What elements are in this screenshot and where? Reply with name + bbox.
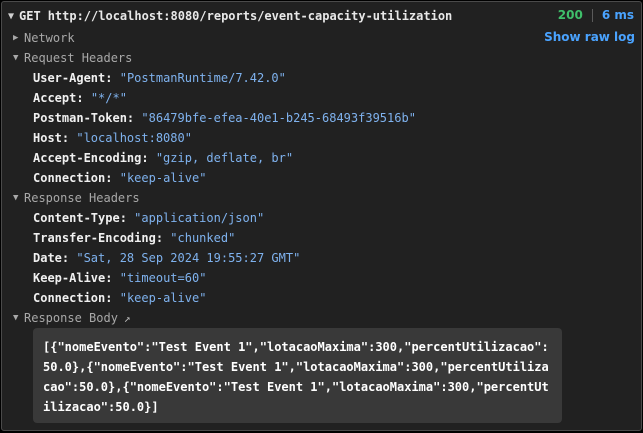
response-time: 6 ms — [601, 8, 634, 22]
request-url: http://localhost:8080/reports/event-capa… — [47, 9, 453, 23]
section-label: Request Headers — [24, 51, 133, 65]
header-value: "PostmanRuntime/7.42.0" — [119, 71, 286, 85]
header-key: Connection: — [33, 171, 113, 185]
header-value: "gzip, deflate, br" — [155, 151, 294, 165]
header-value: "timeout=60" — [119, 271, 207, 285]
open-external-icon[interactable]: ↗ — [124, 312, 131, 325]
response-header-row: Connection: "keep-alive" — [33, 290, 206, 306]
collapse-triangle-icon: ▼ — [13, 53, 19, 63]
header-value: "*/*" — [90, 91, 127, 105]
request-header-row: Postman-Token: "86479bfe-efea-40e1-b245-… — [33, 110, 416, 126]
header-key: Host: — [33, 131, 70, 145]
collapse-caret-icon[interactable]: ▼ — [5, 11, 17, 22]
header-value: "keep-alive" — [119, 171, 207, 185]
request-header-row: Host: "localhost:8080" — [33, 130, 192, 146]
header-key: Postman-Token: — [33, 111, 135, 125]
response-body-text: [{"nomeEvento":"Test Event 1","lotacaoMa… — [43, 340, 549, 414]
header-key: Keep-Alive: — [33, 271, 113, 285]
header-key: Connection: — [33, 291, 113, 305]
header-key: Transfer-Encoding: — [33, 231, 164, 245]
header-key: Accept-Encoding: — [33, 151, 149, 165]
console-log-panel: ▼ GET http://localhost:8080/reports/even… — [1, 1, 642, 431]
section-label: Response Body — [24, 311, 118, 325]
request-method: GET — [19, 9, 41, 23]
request-header-row: Connection: "keep-alive" — [33, 170, 206, 186]
section-label: Network — [24, 31, 75, 45]
header-value: "86479bfe-efea-40e1-b245-68493f39516b" — [141, 111, 416, 125]
section-request-headers[interactable]: ▼ Request Headers — [13, 50, 132, 66]
response-header-row: Content-Type: "application/json" — [33, 210, 264, 226]
response-meta: 200 6 ms — [558, 8, 634, 22]
status-code: 200 — [557, 8, 583, 22]
request-header-row: Accept: "*/*" — [33, 90, 127, 106]
request-header-row: Accept-Encoding: "gzip, deflate, br" — [33, 150, 293, 166]
section-label: Response Headers — [24, 191, 140, 205]
section-network[interactable]: ▶ Network — [13, 30, 75, 46]
header-key: Content-Type: — [33, 211, 127, 225]
header-value: "localhost:8080" — [76, 131, 192, 145]
header-value: "chunked" — [170, 231, 236, 245]
response-header-row: Transfer-Encoding: "chunked" — [33, 230, 235, 246]
meta-divider — [591, 8, 593, 22]
header-key: Date: — [33, 251, 70, 265]
collapse-triangle-icon: ▼ — [13, 313, 19, 323]
request-line[interactable]: ▼ GET http://localhost:8080/reports/even… — [5, 8, 635, 24]
section-response-body[interactable]: ▼ Response Body ↗ — [13, 310, 131, 326]
header-value: "keep-alive" — [119, 291, 207, 305]
header-key: Accept: — [33, 91, 84, 105]
response-body-box[interactable]: [{"nomeEvento":"Test Event 1","lotacaoMa… — [33, 328, 562, 423]
response-header-row: Date: "Sat, 28 Sep 2024 19:55:27 GMT" — [33, 250, 300, 266]
request-header-row: User-Agent: "PostmanRuntime/7.42.0" — [33, 70, 286, 86]
response-header-row: Keep-Alive: "timeout=60" — [33, 270, 206, 286]
header-value: "Sat, 28 Sep 2024 19:55:27 GMT" — [76, 251, 301, 265]
collapse-triangle-icon: ▼ — [13, 193, 19, 203]
header-key: User-Agent: — [33, 71, 113, 85]
expand-triangle-icon: ▶ — [13, 33, 19, 43]
header-value: "application/json" — [134, 211, 265, 225]
show-raw-log-link[interactable]: Show raw log — [544, 30, 635, 44]
section-response-headers[interactable]: ▼ Response Headers — [13, 190, 140, 206]
